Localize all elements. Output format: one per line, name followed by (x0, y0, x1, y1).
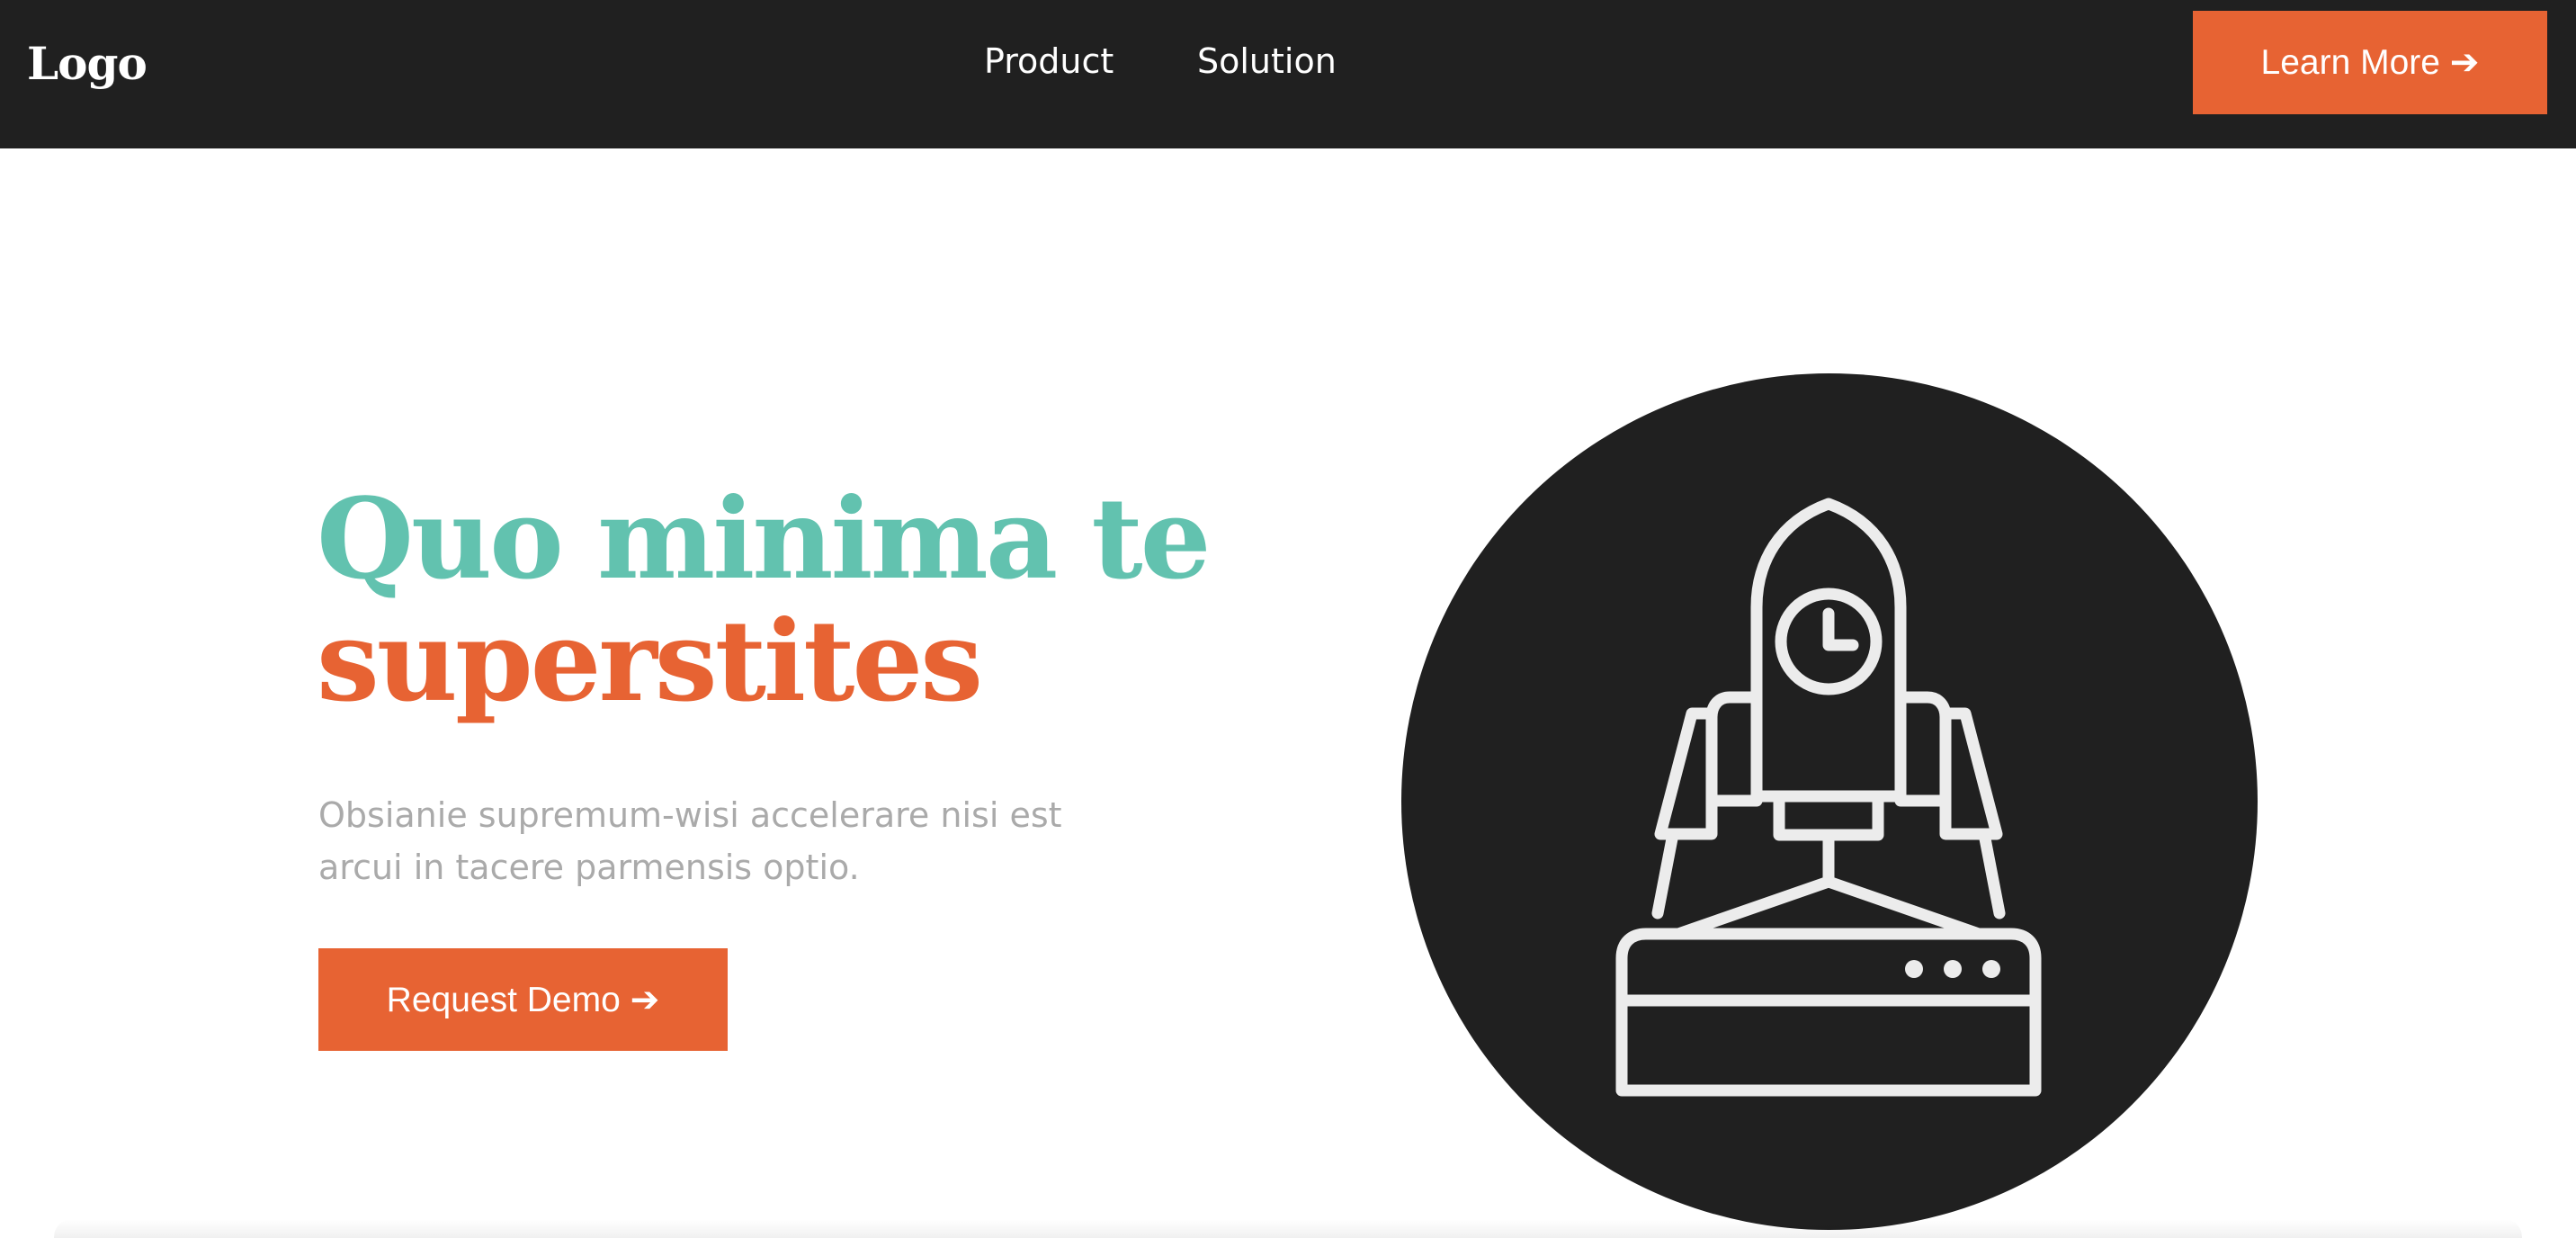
hero-title-line2: superstites (317, 597, 983, 727)
hero-title: Quo minima te superstites (317, 479, 1216, 723)
hero-title-line1: Quo minima te (317, 474, 1212, 605)
logo[interactable]: Logo (27, 32, 148, 95)
request-demo-button[interactable]: Request Demo ➔ (318, 948, 728, 1051)
rocket-launch-icon (1615, 498, 2042, 1097)
nav-link-solution[interactable]: Solution (1197, 36, 1337, 86)
learn-more-button[interactable]: Learn More ➔ (2193, 11, 2547, 114)
top-navbar: Logo Product Solution Learn More ➔ (0, 0, 2576, 148)
hero-subtitle: Obsianie supremum-wisi accelerare nisi e… (318, 795, 1062, 887)
next-section-edge (54, 1219, 2522, 1238)
nav-link-product[interactable]: Product (984, 36, 1114, 86)
